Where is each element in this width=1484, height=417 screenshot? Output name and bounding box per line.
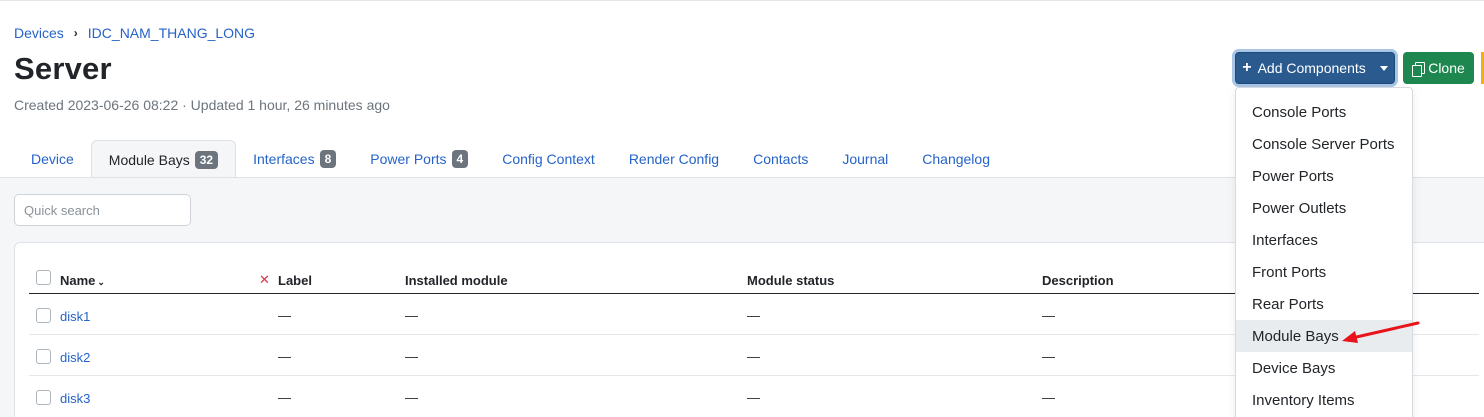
- menu-item-rear-ports[interactable]: Rear Ports: [1236, 288, 1412, 320]
- annotation-arrow-icon: [1342, 321, 1420, 343]
- menu-item-power-outlets[interactable]: Power Outlets: [1236, 192, 1412, 224]
- tab-bar: Device Module Bays 32 Interfaces 8 Power P…: [14, 140, 1007, 178]
- table-cell-module-status: —: [747, 308, 760, 323]
- table-cell-description: —: [1042, 349, 1055, 364]
- table-cell-installed-module: —: [405, 390, 418, 405]
- x-icon[interactable]: ✕: [259, 272, 270, 288]
- row-checkbox[interactable]: [36, 390, 51, 405]
- menu-item-interfaces[interactable]: Interfaces: [1236, 224, 1412, 256]
- table-cell-label: —: [278, 349, 291, 364]
- breadcrumb: Devices › IDC_NAM_THANG_LONG: [14, 25, 255, 41]
- add-components-button[interactable]: + Add Components: [1235, 52, 1395, 84]
- tab-power-ports[interactable]: Power Ports 4: [353, 140, 485, 178]
- menu-item-device-bays[interactable]: Device Bays: [1236, 352, 1412, 384]
- table-cell-installed-module: —: [405, 308, 418, 323]
- breadcrumb-devices[interactable]: Devices: [14, 25, 64, 41]
- tab-interfaces[interactable]: Interfaces 8: [236, 140, 353, 178]
- menu-item-power-ports[interactable]: Power Ports: [1236, 160, 1412, 192]
- column-header-description[interactable]: Description: [1042, 273, 1114, 288]
- tab-contacts[interactable]: Contacts: [736, 140, 825, 178]
- menu-item-console-ports[interactable]: Console Ports: [1236, 96, 1412, 128]
- count-badge: 32: [194, 150, 219, 169]
- breadcrumb-site[interactable]: IDC_NAM_THANG_LONG: [88, 25, 255, 41]
- table-cell-description: —: [1042, 390, 1055, 405]
- column-header-label[interactable]: Label: [278, 273, 312, 288]
- count-badge: 8: [319, 150, 337, 168]
- tab-module-bays[interactable]: Module Bays 32: [90, 140, 237, 178]
- column-header-name[interactable]: Name ⌄: [60, 273, 105, 288]
- column-header-installed-module[interactable]: Installed module: [405, 273, 508, 288]
- clone-label: Clone: [1428, 60, 1465, 76]
- table-row-name-link[interactable]: disk1: [60, 309, 90, 324]
- table-cell-description: —: [1042, 308, 1055, 323]
- table-cell-label: —: [278, 308, 291, 323]
- menu-item-console-server-ports[interactable]: Console Server Ports: [1236, 128, 1412, 160]
- tab-render-config[interactable]: Render Config: [612, 140, 736, 178]
- menu-item-front-ports[interactable]: Front Ports: [1236, 256, 1412, 288]
- chevron-down-icon: ⌄: [97, 277, 105, 287]
- chevron-right-icon: ›: [73, 26, 78, 40]
- add-components-label: Add Components: [1257, 60, 1366, 76]
- copy-icon: [1412, 61, 1426, 77]
- row-checkbox[interactable]: [36, 308, 51, 323]
- add-components-dropdown: Console Ports Console Server Ports Power…: [1235, 87, 1413, 417]
- caret-down-icon: [1379, 65, 1388, 71]
- tab-device[interactable]: Device: [14, 140, 91, 178]
- table-cell-installed-module: —: [405, 349, 418, 364]
- column-header-module-status[interactable]: Module status: [747, 273, 834, 288]
- quick-search-input[interactable]: [14, 194, 191, 226]
- page-meta: Created 2023-06-26 08:22 · Updated 1 hou…: [14, 97, 390, 113]
- table-cell-module-status: —: [747, 390, 760, 405]
- tab-changelog[interactable]: Changelog: [905, 140, 1007, 178]
- table-row-name-link[interactable]: disk2: [60, 350, 90, 365]
- count-badge: 4: [451, 150, 469, 168]
- page-title: Server: [14, 51, 112, 86]
- plus-icon: +: [1242, 59, 1252, 76]
- table-row-name-link[interactable]: disk3: [60, 391, 90, 406]
- top-divider: [0, 0, 1484, 1]
- tab-config-context[interactable]: Config Context: [485, 140, 612, 178]
- select-all-checkbox[interactable]: [36, 270, 51, 285]
- clone-button[interactable]: Clone: [1403, 52, 1474, 84]
- table-cell-label: —: [278, 390, 291, 405]
- row-checkbox[interactable]: [36, 349, 51, 364]
- menu-item-inventory-items[interactable]: Inventory Items: [1236, 384, 1412, 416]
- table-cell-module-status: —: [747, 349, 760, 364]
- tab-journal[interactable]: Journal: [825, 140, 905, 178]
